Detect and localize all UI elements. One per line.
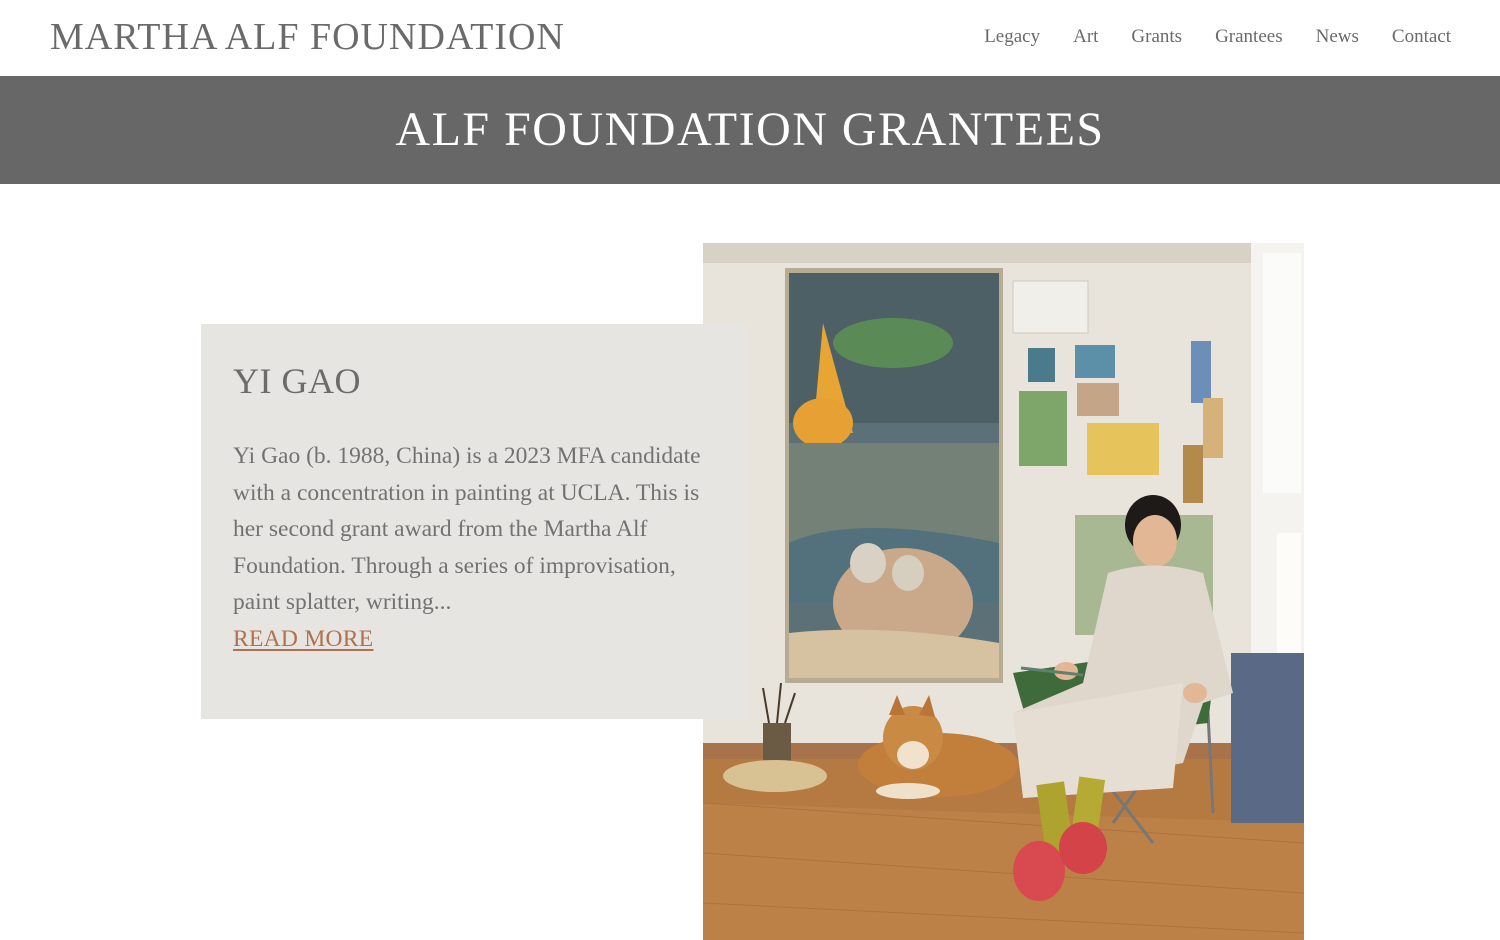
main-nav: Legacy Art Grants Grantees News Contact (984, 24, 1451, 50)
nav-link-grants[interactable]: Grants (1131, 24, 1182, 50)
artist-studio-image (703, 243, 1304, 940)
page-title: ALF FOUNDATION GRANTEES (395, 103, 1105, 156)
nav-link-legacy[interactable]: Legacy (984, 24, 1040, 50)
nav-link-art[interactable]: Art (1073, 24, 1098, 50)
site-title-link[interactable]: MARTHA ALF FOUNDATION (50, 14, 565, 60)
nav-link-news[interactable]: News (1316, 24, 1359, 50)
grantee-name: YI GAO (233, 361, 361, 401)
read-more-link[interactable]: READ MORE (233, 621, 373, 658)
page-banner: ALF FOUNDATION GRANTEES (0, 76, 1500, 184)
nav-link-contact[interactable]: Contact (1392, 24, 1451, 50)
nav-link-grantees[interactable]: Grantees (1215, 24, 1283, 50)
grantee-bio: Yi Gao (b. 1988, China) is a 2023 MFA ca… (233, 443, 701, 615)
grantee-photo[interactable] (703, 243, 1304, 940)
grantee-card: YI GAO Yi Gao (b. 1988, China) is a 2023… (201, 324, 746, 719)
site-header: MARTHA ALF FOUNDATION Legacy Art Grants … (0, 0, 1500, 76)
